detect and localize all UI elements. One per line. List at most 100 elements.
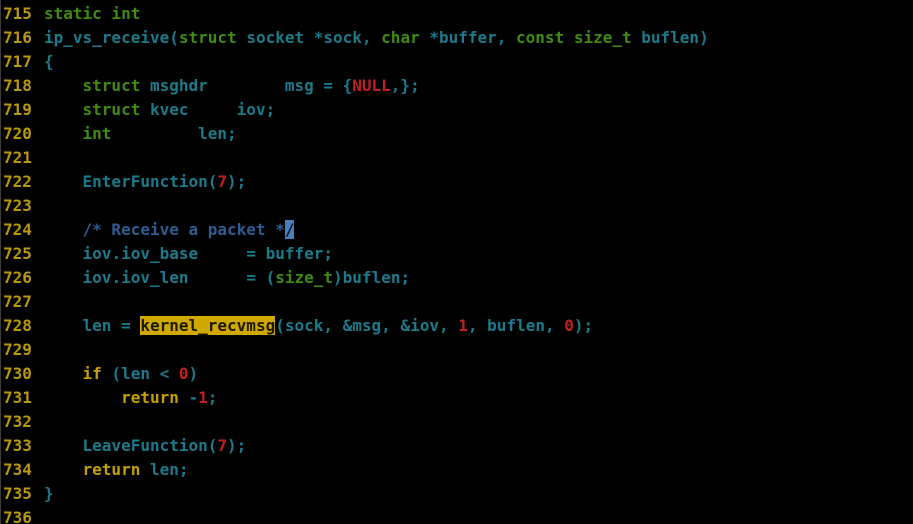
code-line[interactable]: 735} [0,482,913,506]
code-token: ; [178,460,189,479]
code-token: buffer [438,28,497,47]
code-line[interactable]: 731 return -1; [0,386,913,410]
code-token: sock [284,316,324,335]
code-line-text: /* Receive a packet */ [44,218,295,242]
line-number: 736 [3,508,32,524]
code-line[interactable]: 730 if (len < 0) [0,362,913,386]
code-line-text: LeaveFunction(7); [44,434,247,458]
code-token: = { [313,76,353,95]
code-token: struct [82,100,141,119]
line-number: 719 [3,100,32,119]
code-token: ( [207,172,218,191]
code-line-text: len = kernel_recvmsg(sock, &msg, &iov, 1… [44,314,593,338]
code-token: * [304,28,324,47]
code-token: len [149,460,179,479]
code-token: iov [82,268,112,287]
code-token: ) [699,28,709,47]
code-token: sock [323,28,362,47]
code-line[interactable]: 736 [0,506,913,524]
code-token: socket [246,28,305,47]
code-token: len [121,364,150,383]
code-token: ( [275,316,285,335]
code-line-text: int len; [44,122,237,146]
code-token: struct [178,28,237,47]
code-line[interactable]: 727 [0,290,913,314]
line-number: 728 [3,316,32,335]
code-line-text: struct kvec iov; [44,98,276,122]
code-line[interactable]: 728 len = kernel_recvmsg(sock, &msg, &io… [0,314,913,338]
code-token: iov [82,244,112,263]
code-token: - [178,388,199,407]
code-line-text: if (len < 0) [44,362,199,386]
line-number: 717 [3,52,32,71]
code-token: , & [381,316,411,335]
code-line[interactable]: 726 iov.iov_len = (size_t)buflen; [0,266,913,290]
code-token: EnterFunction [82,172,208,191]
code-line-text: return -1; [44,386,217,410]
line-number: 725 [3,244,32,263]
code-token: buflen [342,268,401,287]
code-token: /* Receive a packet * [82,220,285,239]
code-line[interactable]: 725 iov.iov_base = buffer; [0,242,913,266]
code-token: NULL [352,76,391,95]
code-line[interactable]: 733 LeaveFunction(7); [0,434,913,458]
code-lines-container[interactable]: 715 static int 716 ip_vs_receive ( struct soc… [0,2,913,524]
code-line[interactable]: 721 [0,146,913,170]
code-line[interactable]: 722 EnterFunction(7); [0,170,913,194]
line-number: 735 [3,484,32,503]
search-match-highlight[interactable]: kernel_recvmsg [140,316,276,335]
line-number: 733 [3,436,32,455]
code-token: { [44,52,54,71]
code-token: = ( [188,268,276,287]
line-number: 716 [3,28,32,47]
line-number: 729 [3,340,32,359]
code-line-text: struct msghdr msg = {NULL,}; [44,74,420,98]
code-token: = [111,316,141,335]
text-cursor: / [284,220,295,239]
code-line[interactable]: 732 [0,410,913,434]
code-token: const size_t [516,28,632,47]
code-token: . [111,244,122,263]
code-line-text: EnterFunction(7); [44,170,247,194]
code-line[interactable]: 716 ip_vs_receive(struct socket *sock, ch… [0,26,913,50]
code-token: ,}; [390,76,420,95]
code-token: * [419,28,439,47]
line-number: 734 [3,460,32,479]
code-token: 1 [198,388,208,407]
code-line[interactable]: 720 int len; [0,122,913,146]
code-line[interactable]: 729 [0,338,913,362]
code-line-text: } [44,482,54,506]
code-token: ); [227,436,247,455]
code-token: int [82,124,112,143]
code-line[interactable]: 723 [0,194,913,218]
code-token: iov_len [121,268,189,287]
code-token: 0 [564,316,574,335]
code-token: ip_vs_receive [44,28,170,47]
code-line[interactable]: 724 /* Receive a packet */ [0,218,913,242]
code-line-text: return len; [44,458,189,482]
code-token: } [44,484,54,503]
code-line[interactable]: 715 static int [0,2,913,26]
code-token: msg [284,76,314,95]
code-editor-window[interactable]: 715 static int 716 ip_vs_receive ( struct soc… [0,0,913,524]
code-line[interactable]: 718 struct msghdr msg = {NULL,}; [0,74,913,98]
code-token: iov_base [121,244,199,263]
code-line[interactable]: 719 struct kvec iov; [0,98,913,122]
line-number: 730 [3,364,32,383]
code-token: static int [44,4,141,23]
line-number: 718 [3,76,32,95]
code-line[interactable]: 717 { [0,50,913,74]
code-token: ); [573,316,594,335]
code-line[interactable]: 734 return len; [0,458,913,482]
